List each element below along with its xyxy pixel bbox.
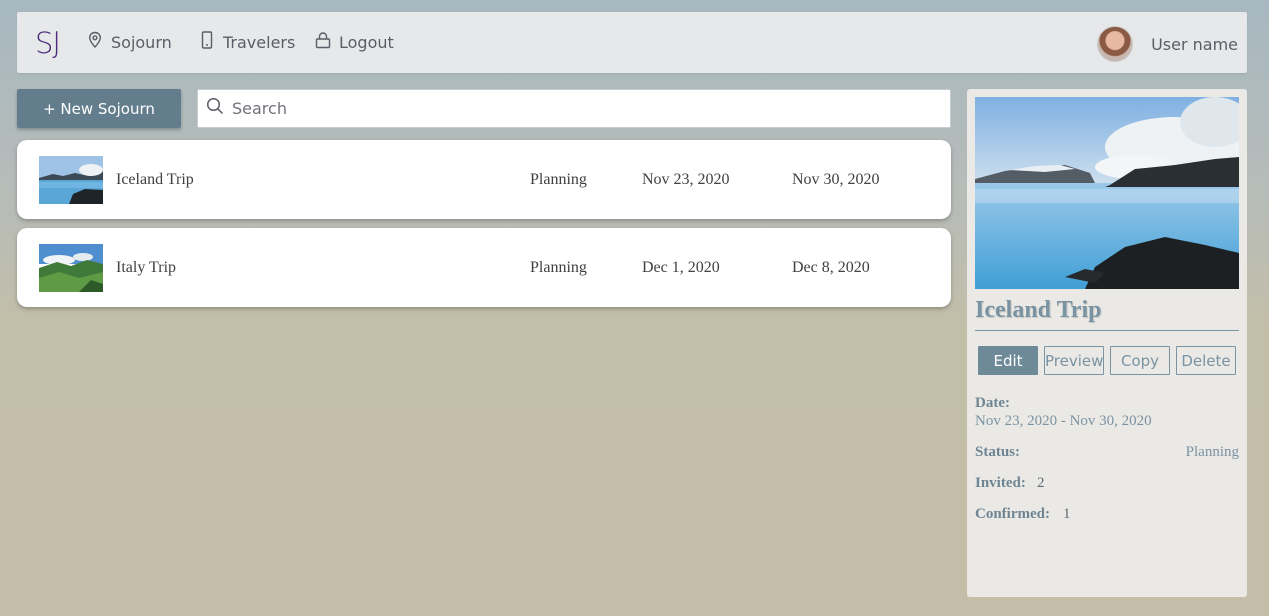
trip-end-date: Dec 8, 2020 [792,259,870,276]
delete-button[interactable]: Delete [1176,346,1236,375]
invited-label: Invited: [975,475,1026,491]
top-navbar: SJ Sojourn Travelers Logout User name [17,12,1247,73]
trip-row[interactable]: Iceland Trip Planning Nov 23, 2020 Nov 3… [17,140,951,219]
confirmed-label: Confirmed: [975,506,1050,522]
trip-detail-panel: Iceland Trip Edit Preview Copy Delete Da… [967,89,1247,597]
phone-icon [199,31,215,53]
invited-value: 2 [1037,475,1045,491]
trip-name: Iceland Trip [116,171,194,188]
date-label: Date: [975,395,1010,411]
trip-thumbnail [39,244,103,292]
edit-button[interactable]: Edit [978,346,1038,375]
trip-end-date: Nov 30, 2020 [792,171,880,188]
trip-hero-image [975,97,1239,289]
search-icon [206,97,224,120]
nav-label-travelers: Travelers [223,32,296,52]
search-box[interactable] [197,89,951,128]
nav-item-logout[interactable]: Logout [315,31,394,53]
user-name: User name [1151,34,1238,54]
copy-button[interactable]: Copy [1110,346,1170,375]
trip-start-date: Dec 1, 2020 [642,259,720,276]
nav-label-logout: Logout [339,32,394,52]
new-sojourn-button[interactable]: + New Sojourn [17,89,181,128]
search-input[interactable] [232,99,932,118]
trip-start-date: Nov 23, 2020 [642,171,730,188]
lock-icon [315,31,331,53]
trip-status: Planning [530,171,587,188]
trip-thumbnail [39,156,103,204]
detail-actions: Edit Preview Copy Delete [978,346,1236,375]
confirmed-value: 1 [1063,506,1071,522]
preview-button[interactable]: Preview [1044,346,1104,375]
nav-item-sojourn[interactable]: Sojourn [87,31,172,53]
brand-logo[interactable]: SJ [35,26,61,60]
nav-item-travelers[interactable]: Travelers [199,31,295,53]
date-value: Nov 23, 2020 - Nov 30, 2020 [975,413,1152,429]
detail-title: Iceland Trip [975,297,1239,331]
status-value: Planning [1185,444,1239,460]
map-pin-icon [87,31,103,53]
trip-row[interactable]: Italy Trip Planning Dec 1, 2020 Dec 8, 2… [17,228,951,307]
trip-status: Planning [530,259,587,276]
user-menu[interactable]: User name [1097,26,1238,62]
status-label: Status: [975,444,1021,460]
nav-label-sojourn: Sojourn [111,32,172,52]
avatar[interactable] [1097,26,1134,62]
trip-name: Italy Trip [116,259,177,276]
